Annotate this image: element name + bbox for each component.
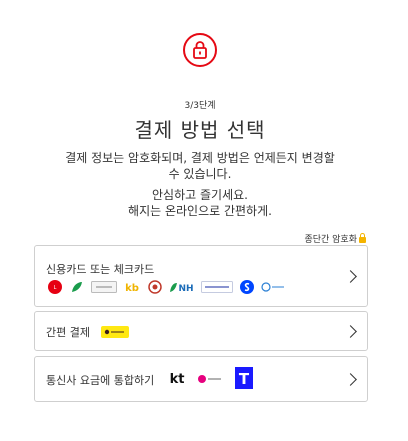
hana-card-icon [147,278,163,296]
reassurance-text: 안심하고 즐기세요. 해지는 온라인으로 간편하게. [128,188,272,218]
secure-indicator: 종단간 암호화 [304,232,366,245]
telco-logos: kt T [169,367,253,393]
shinhan-card-icon [239,278,255,296]
secure-label: 종단간 암호화 [304,235,357,245]
svg-text:kb: kb [125,283,139,294]
svg-text:NH: NH [178,284,193,294]
small-lock-icon [359,232,366,243]
chevron-right-icon [344,325,357,338]
card-logos: L kb NH [47,278,285,296]
telco-billing-option[interactable]: 통신사 요금에 통합하기 kt T [34,356,368,402]
lock-icon [183,33,217,67]
woori-card-icon [261,278,285,296]
nh-card-icon: NH [169,278,195,296]
description: 결제 정보는 암호화되며, 결제 방법은 언제든지 변경할 수 있습니다. [65,151,335,181]
nh-leaf-card-icon [69,278,85,296]
chevron-right-icon [344,373,357,386]
chevron-right-icon [344,270,357,283]
lgu-plus-icon [197,371,223,390]
samsung-card-icon [201,278,233,296]
credit-card-label: 신용카드 또는 체크카드 [46,263,155,276]
svg-text:T: T [239,370,250,388]
easy-pay-option[interactable]: 간편 결제 [34,311,368,351]
kakaopay-icon [101,326,129,338]
step-indicator: 3/3단계 [184,101,216,111]
svg-text:kt: kt [170,372,185,387]
hyundai-card-icon [91,278,117,296]
credit-card-option[interactable]: 신용카드 또는 체크카드 L kb NH [34,245,368,307]
kt-icon: kt [169,369,185,391]
telco-billing-label: 통신사 요금에 통합하기 [46,374,155,387]
lotte-card-icon: L [47,278,63,296]
skt-icon: T [235,367,253,393]
kb-card-icon: kb [123,278,141,296]
page-title: 결제 방법 선택 [134,118,266,142]
easy-pay-label: 간편 결제 [46,326,90,339]
svg-text:L: L [54,285,57,291]
